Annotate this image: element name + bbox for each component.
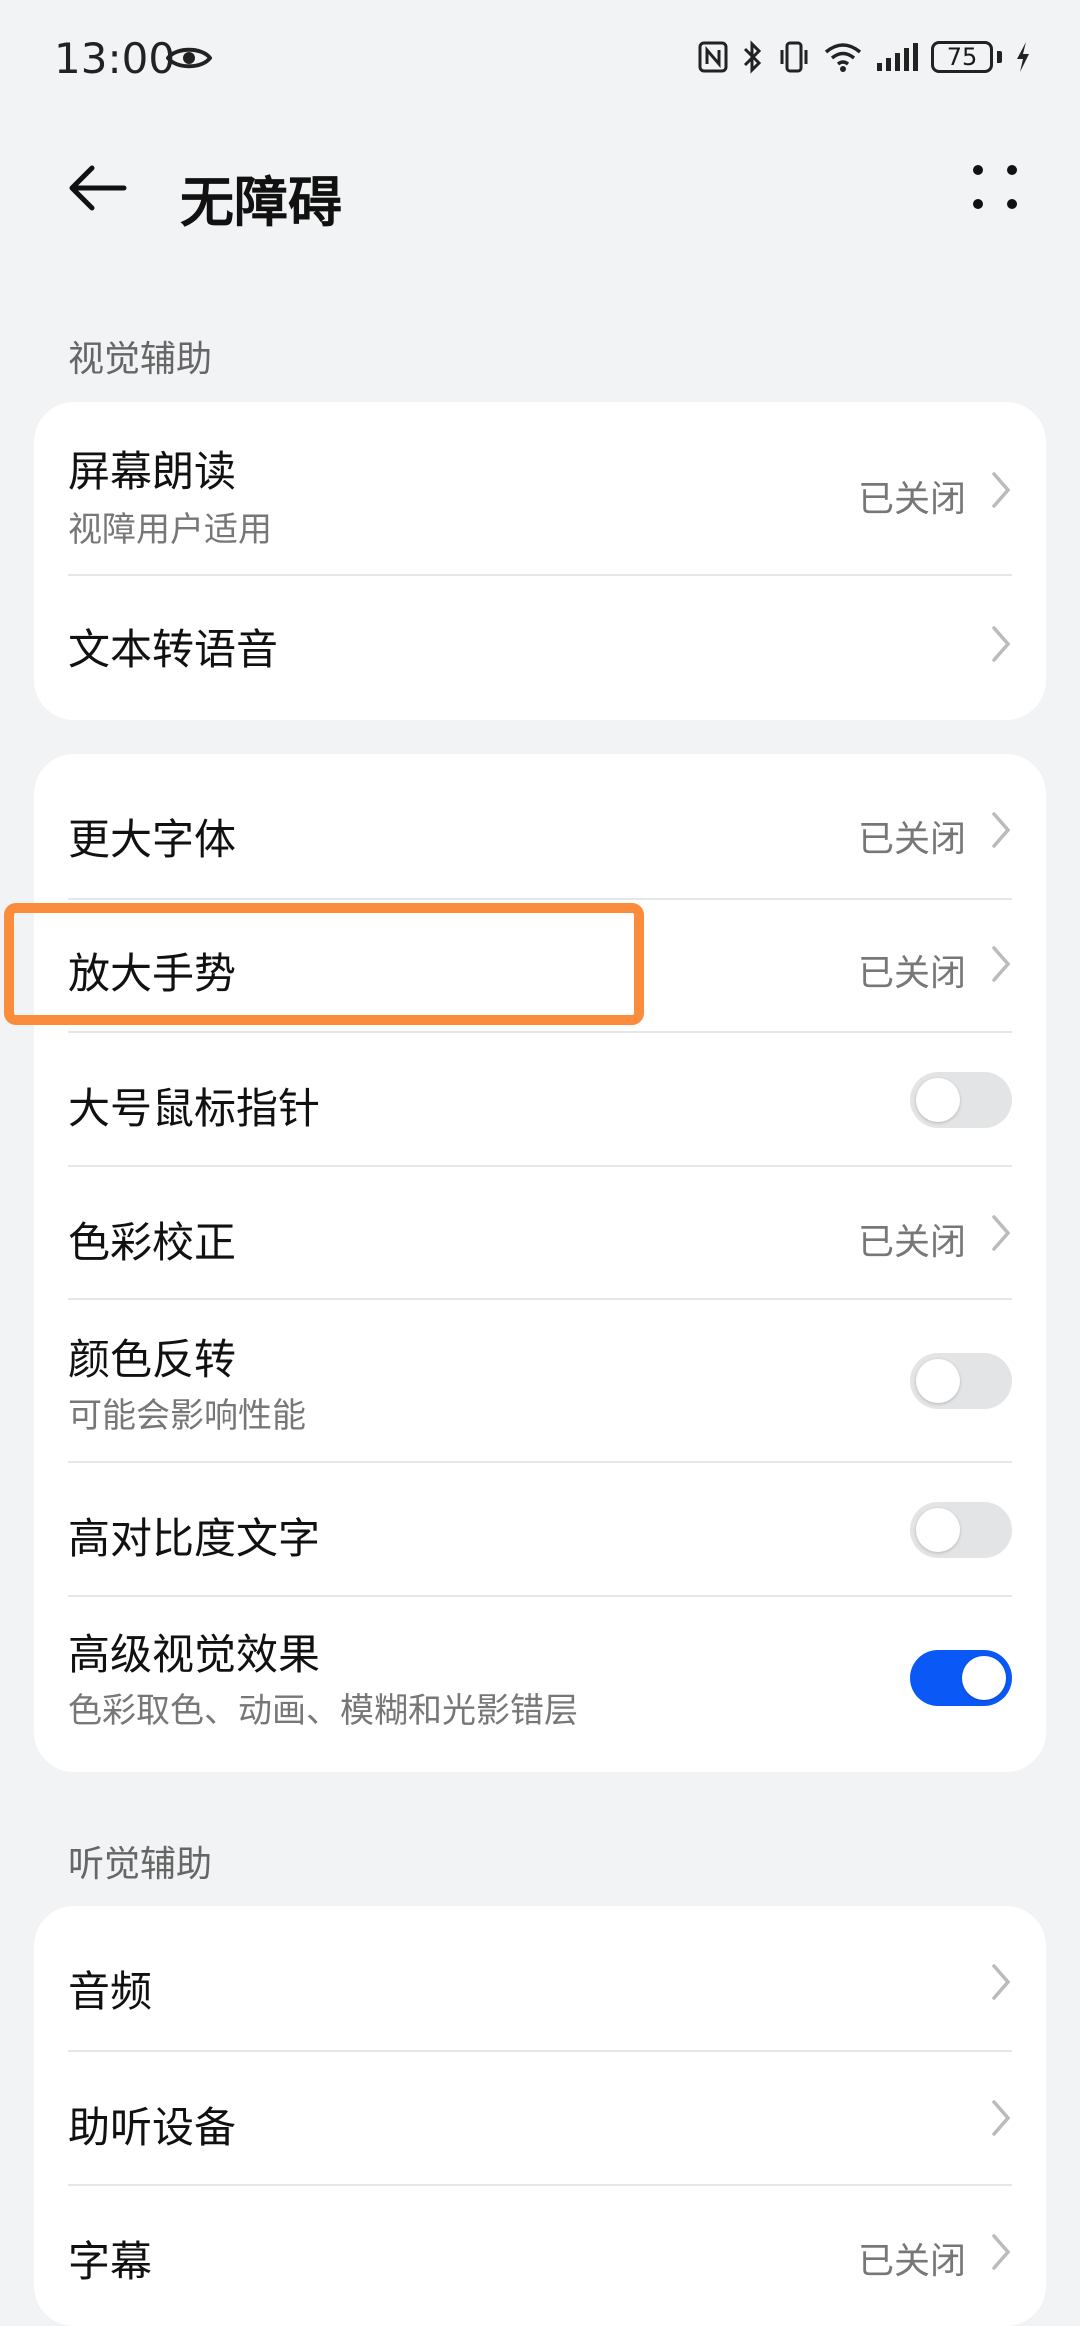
chevron-right-icon [992,1215,1011,1251]
toggle-knob [962,1656,1006,1700]
section-title-hearing: 听觉辅助 [68,1844,213,1885]
toggle-switch[interactable] [910,1353,1012,1409]
chevron-right-icon [992,626,1011,662]
status-time: 13:00 [54,34,176,83]
row-label: 色彩校正 [68,1218,237,1267]
setting-row-advanced-visual-effects[interactable]: 高级视觉效果 色彩取色、动画、模糊和光影错层 [34,1597,1046,1772]
toggle-knob [916,1508,960,1552]
chevron-right-icon [992,946,1011,982]
toggle-knob [916,1359,960,1403]
toggle-switch[interactable] [910,1502,1012,1558]
setting-row-color-correction[interactable]: 色彩校正 已关闭 [34,1167,1046,1300]
row-status: 已关闭 [857,479,966,520]
setting-row-audio[interactable]: 音频 [34,1906,1046,2052]
row-subtitle: 可能会影响性能 [68,1396,306,1436]
bluetooth-icon [743,40,762,74]
back-arrow-icon[interactable] [66,160,128,216]
setting-row-larger-font[interactable]: 更大字体 已关闭 [34,754,1046,900]
chevron-right-icon [992,2100,1011,2136]
row-label: 字幕 [68,2237,153,2286]
row-status: 已关闭 [857,1222,966,1263]
row-status: 已关闭 [857,2241,966,2282]
row-label: 大号鼠标指针 [68,1084,321,1133]
toggle-switch[interactable] [910,1650,1012,1706]
hearing-card: 音频 助听设备 字幕 已关闭 [34,1906,1046,2326]
page-title: 无障碍 [180,171,342,234]
vibrate-icon [780,41,808,73]
setting-row-color-inversion[interactable]: 颜色反转 可能会影响性能 [34,1300,1046,1463]
row-status: 已关闭 [857,953,966,994]
setting-row-large-pointer[interactable]: 大号鼠标指针 [34,1033,1046,1167]
more-dots-icon[interactable] [970,162,1020,212]
setting-row-screen-reader[interactable]: 屏幕朗读 视障用户适用 已关闭 [34,402,1046,576]
chevron-right-icon [992,812,1011,848]
battery-icon: 75 [931,41,1002,73]
setting-row-hearing-devices[interactable]: 助听设备 [34,2052,1046,2186]
setting-row-captions[interactable]: 字幕 已关闭 [34,2186,1046,2326]
visual-card: 屏幕朗读 视障用户适用 已关闭 文本转语音 [34,402,1046,720]
toggle-switch[interactable] [910,1072,1012,1128]
nfc-icon [698,41,728,73]
row-label: 高级视觉效果 [68,1630,321,1679]
row-label: 文本转语音 [68,625,279,674]
row-label: 高对比度文字 [68,1514,321,1563]
battery-level: 75 [931,41,993,73]
row-label: 音频 [68,1967,153,2016]
status-bar: 13:00 75 [0,0,1080,120]
chevron-right-icon [992,1964,1011,2000]
row-label: 屏幕朗读 [68,447,237,496]
wifi-icon [824,43,862,72]
chevron-right-icon [992,472,1011,508]
row-subtitle: 视障用户适用 [68,510,272,550]
charging-icon [1017,42,1029,72]
row-subtitle: 色彩取色、动画、模糊和光影错层 [68,1691,578,1731]
setting-row-high-contrast-text[interactable]: 高对比度文字 [34,1463,1046,1597]
app-header: 无障碍 [0,130,1080,250]
setting-row-text-to-speech[interactable]: 文本转语音 [34,576,1046,720]
row-status: 已关闭 [857,819,966,860]
signal-icon [877,43,918,71]
row-label: 更大字体 [68,815,237,864]
row-label: 助听设备 [68,2103,237,2152]
chevron-right-icon [992,2234,1011,2270]
section-title-visual: 视觉辅助 [68,339,213,380]
row-label: 颜色反转 [68,1335,237,1384]
toggle-knob [916,1078,960,1122]
highlight-box [4,903,644,1025]
eye-icon [166,47,212,69]
battery-tip [997,51,1002,63]
status-icons: 75 [697,40,1032,74]
